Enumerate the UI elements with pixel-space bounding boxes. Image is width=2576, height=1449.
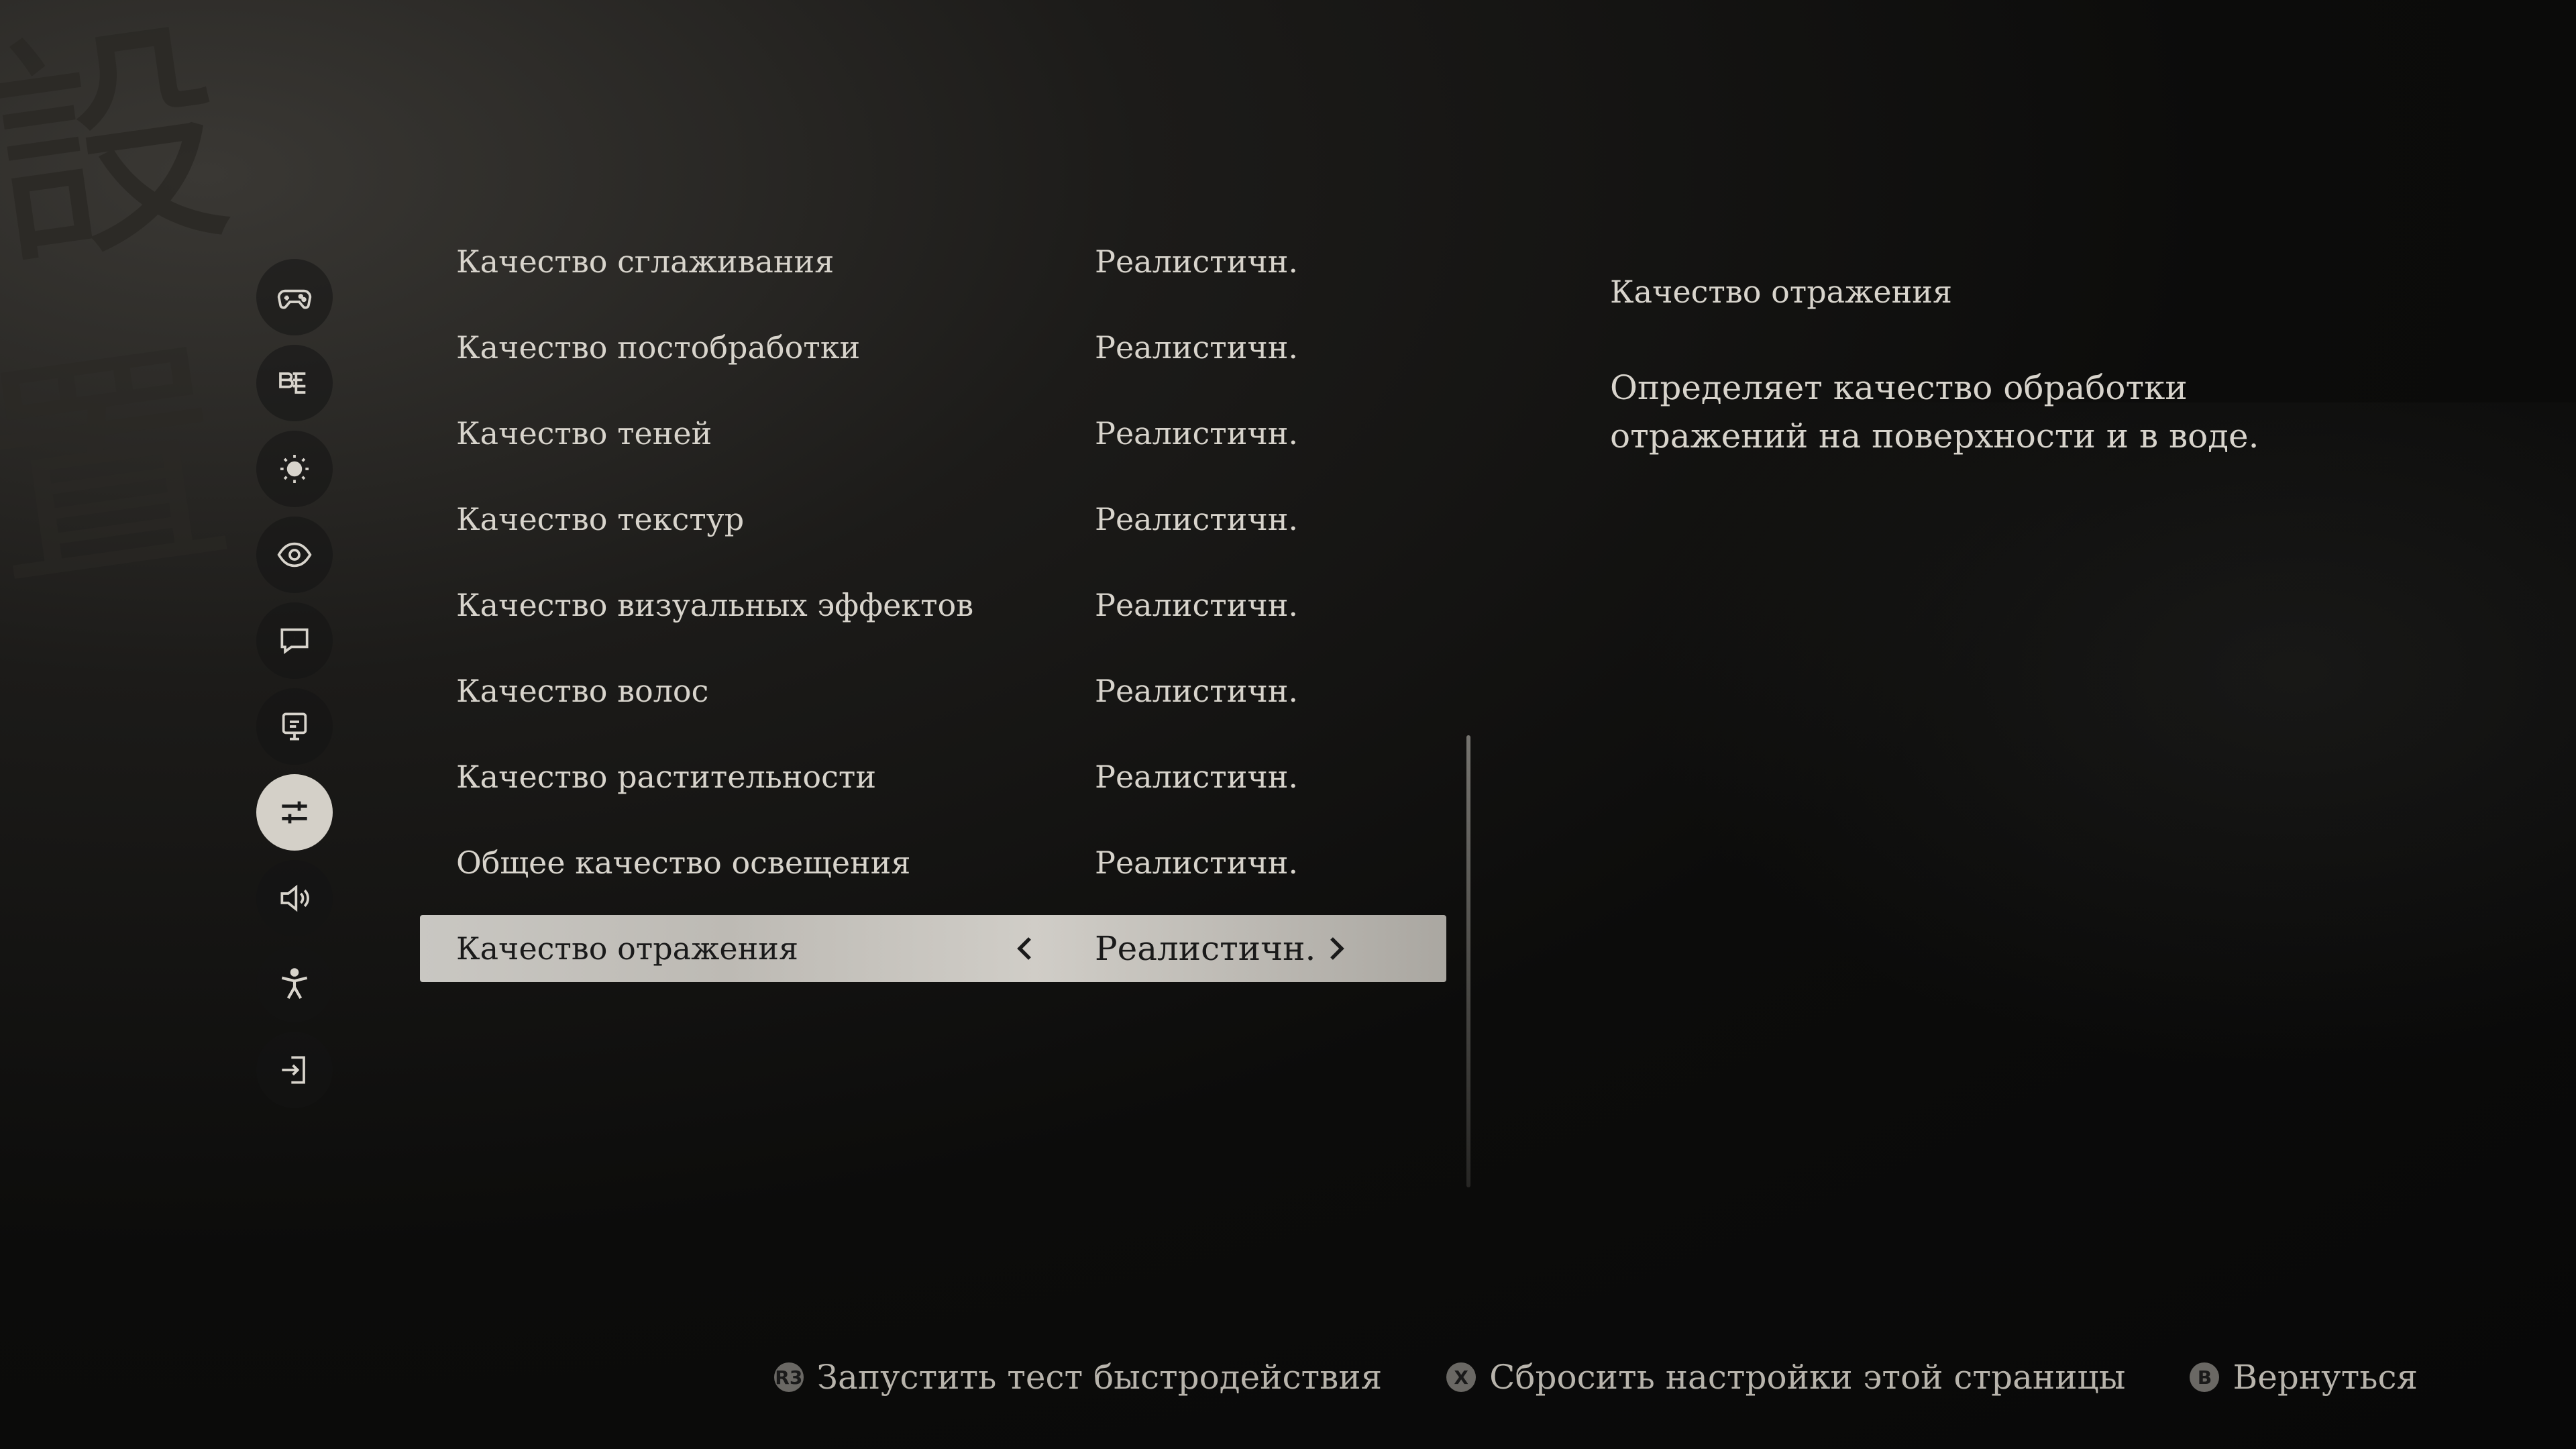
audio-icon: [280, 884, 309, 912]
graphics-settings-list: Качество сглаживания Реалистичн. Качеств…: [420, 228, 1446, 1001]
setting-value: Реалистичн.: [1095, 759, 1299, 795]
setting-label: Качество теней: [456, 415, 712, 451]
setting-value: Реалистичн.: [1095, 329, 1299, 366]
setting-label: Качество текстур: [456, 501, 745, 537]
back-label: Вернуться: [2233, 1358, 2418, 1397]
graphics-sliders-icon: [282, 801, 307, 824]
setting-value: Реалистичн.: [1095, 845, 1299, 881]
chevron-left-icon: [1017, 937, 1031, 960]
setting-row[interactable]: Качество теней Реалистичн.: [420, 400, 1446, 467]
setting-value: Реалистичн.: [1095, 929, 1316, 968]
setting-row[interactable]: Качество волос Реалистичн.: [420, 657, 1446, 724]
back-hint[interactable]: B Вернуться: [2190, 1358, 2418, 1397]
eye-icon: [277, 542, 312, 568]
nav-account[interactable]: [256, 1032, 333, 1108]
setting-value: Реалистичн.: [1095, 587, 1299, 623]
nav-accessibility[interactable]: [256, 946, 333, 1022]
setting-label: Качество сглаживания: [456, 244, 835, 280]
reset-hint[interactable]: X Сбросить настройки этой страницы: [1446, 1358, 2125, 1397]
setting-label: Качество волос: [456, 673, 709, 709]
setting-value: Реалистичн.: [1095, 244, 1299, 280]
nav-language[interactable]: [256, 345, 333, 421]
nav-subtitles[interactable]: [256, 602, 333, 679]
account-icon: [282, 1056, 305, 1084]
subtitles-icon: [280, 628, 309, 655]
setting-row-selected[interactable]: Качество отражения Реалистичн.: [420, 915, 1446, 982]
value-prev-button[interactable]: [1016, 932, 1036, 965]
settings-category-nav: [256, 259, 333, 1118]
setting-row[interactable]: Качество текстур Реалистичн.: [420, 486, 1446, 553]
nav-graphics[interactable]: [256, 774, 333, 851]
nav-controls[interactable]: [256, 259, 333, 335]
display-icon: [282, 712, 307, 741]
gamepad-icon: [277, 289, 312, 309]
background-haze: [1637, 402, 2576, 1073]
setting-row[interactable]: Качество визуальных эффектов Реалистичн.: [420, 572, 1446, 639]
nav-screen[interactable]: [256, 688, 333, 765]
setting-label: Качество растительности: [456, 759, 876, 795]
setting-label: Общее качество освещения: [456, 845, 911, 881]
settings-scrollbar[interactable]: [1466, 735, 1470, 1187]
button-hints: R3 Запустить тест быстродействия X Сброс…: [773, 1358, 2418, 1397]
nav-display-view[interactable]: [256, 517, 333, 593]
setting-value: Реалистичн.: [1095, 501, 1299, 537]
setting-label: Качество отражения: [456, 930, 798, 967]
r3-button-icon: R3: [773, 1362, 804, 1392]
background-calligraphy: 置: [0, 313, 247, 626]
x-button-icon: X: [1446, 1362, 1477, 1392]
brightness-icon: [280, 455, 309, 483]
setting-row[interactable]: Качество постобработки Реалистичн.: [420, 314, 1446, 381]
value-next-button[interactable]: [1326, 932, 1346, 965]
setting-value: Реалистичн.: [1095, 673, 1299, 709]
description-title: Качество отражения: [1610, 274, 1952, 310]
benchmark-label: Запустить тест быстродействия: [816, 1358, 1383, 1397]
language-icon: [279, 372, 306, 394]
benchmark-hint[interactable]: R3 Запустить тест быстродействия: [773, 1358, 1383, 1397]
accessibility-icon: [281, 968, 308, 1000]
setting-value: Реалистичн.: [1095, 415, 1299, 451]
b-button-icon: B: [2190, 1362, 2220, 1392]
description-body: Определяет качество обработки отражений …: [1610, 368, 2259, 455]
nav-brightness[interactable]: [256, 431, 333, 507]
reset-label: Сбросить настройки этой страницы: [1489, 1358, 2126, 1397]
setting-label: Качество визуальных эффектов: [456, 587, 974, 623]
setting-row[interactable]: Общее качество освещения Реалистичн.: [420, 829, 1446, 896]
chevron-right-icon: [1330, 937, 1344, 960]
background-calligraphy: 設: [0, 0, 247, 304]
setting-row[interactable]: Качество растительности Реалистичн.: [420, 743, 1446, 810]
setting-label: Качество постобработки: [456, 329, 861, 366]
nav-audio[interactable]: [256, 860, 333, 936]
setting-row[interactable]: Качество сглаживания Реалистичн.: [420, 228, 1446, 295]
